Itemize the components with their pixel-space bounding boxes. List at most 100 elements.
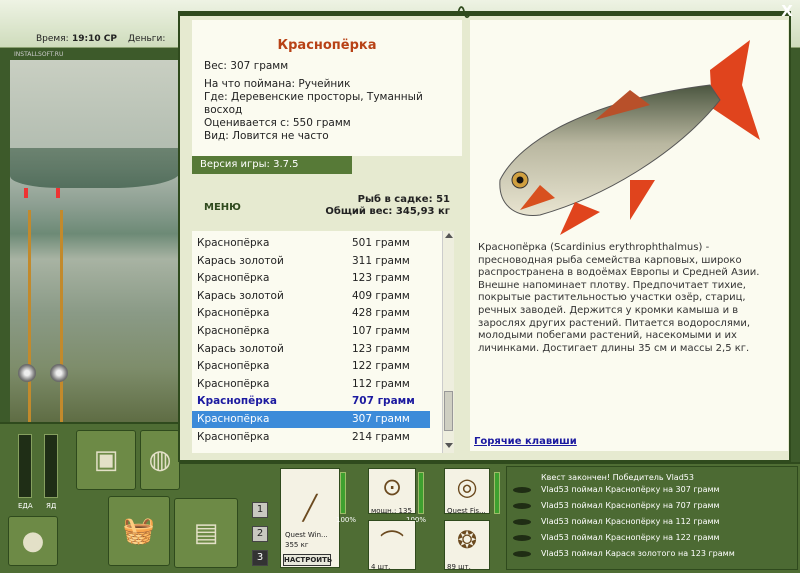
catch-fish-weight: 311 грамм <box>352 254 410 267</box>
fishing-rod-right[interactable] <box>60 210 63 422</box>
fish-icon <box>513 518 531 525</box>
line-slot[interactable]: ◎ Quest Fis... <box>444 468 490 515</box>
catch-list-item[interactable]: Карась золотой 123 грамм <box>192 341 430 358</box>
reel-icon: ⊙ <box>381 472 403 501</box>
reel-durability-bar <box>418 472 424 514</box>
catch-fish-name: Карась золотой <box>197 254 284 267</box>
fish-description-panel: Краснопёрка (Scardinius erythrophthalmus… <box>470 20 788 451</box>
net-icon: ◍ <box>148 445 172 475</box>
time-label: Время: <box>36 34 69 44</box>
fish-kind: Вид: Ловится не часто <box>204 130 329 142</box>
net-slot[interactable]: ◍ <box>140 430 180 490</box>
fish-icon <box>513 486 531 493</box>
fish-description: Краснопёрка (Scardinius erythrophthalmus… <box>478 242 760 354</box>
watermark: INSTALLSOFT.RU <box>14 51 64 58</box>
catch-fish-name: Краснопёрка <box>197 360 270 373</box>
catch-list-item[interactable]: Краснопёрка 123 грамм <box>192 270 430 287</box>
bucket-slot[interactable]: ▤ <box>174 498 238 568</box>
catch-list-item[interactable]: Краснопёрка 107 грамм <box>192 323 430 340</box>
caught-on: На что поймана: Ручейник <box>204 78 351 90</box>
scroll-down-icon[interactable] <box>445 443 453 448</box>
catch-list-item[interactable]: Краснопёрка 112 грамм <box>192 376 430 393</box>
catch-list-item[interactable]: Краснопёрка 707 грамм <box>192 393 430 410</box>
basket-slot[interactable]: 🧺 <box>108 496 170 566</box>
catch-fish-weight: 428 грамм <box>352 307 410 320</box>
scroll-up-icon[interactable] <box>445 233 453 238</box>
page-2-button[interactable]: 2 <box>252 526 268 542</box>
rudd-fish-image <box>499 40 760 235</box>
catch-list-item[interactable]: Краснопёрка 214 грамм <box>192 429 430 446</box>
catch-list-item[interactable]: Краснопёрка 501 грамм <box>192 235 430 252</box>
where-line-1: Где: Деревенские просторы, Туманный <box>204 91 423 103</box>
hook-slot[interactable]: ⌒ 4 шт. <box>368 520 416 571</box>
fish-icon <box>513 550 531 557</box>
catch-fish-name: Краснопёрка <box>197 237 270 249</box>
food-label: ЕДА <box>18 502 33 510</box>
pot-slot[interactable]: ● <box>8 516 58 566</box>
catch-list-item[interactable]: Краснопёрка 428 грамм <box>192 305 430 322</box>
close-icon: X <box>781 2 793 20</box>
page-1-button[interactable]: 1 <box>252 502 268 518</box>
reel-slot[interactable]: ⊙ мощн.: 135 <box>368 468 416 515</box>
close-button[interactable]: X <box>778 2 796 20</box>
catch-fish-name: Краснопёрка <box>197 325 270 337</box>
catch-fish-name: Краснопёрка <box>197 307 270 320</box>
bait-count: 89 шт. <box>447 563 471 571</box>
catch-list-item[interactable]: Карась золотой 311 грамм <box>192 253 430 270</box>
hook-count: 4 шт. <box>371 563 391 571</box>
catch-fish-name: Краснопёрка <box>197 395 277 408</box>
float-right-icon <box>56 188 60 198</box>
valued-from: Оценивается с: 550 грамм <box>204 117 351 129</box>
fish-in-net: Рыб в садке: 51 <box>357 194 450 205</box>
log-row: Vlad53 поймал Краснопёрку на 122 грамм <box>513 533 720 545</box>
reel-left-icon <box>18 364 36 382</box>
fish-icon <box>513 534 531 541</box>
float-left-icon <box>24 188 28 198</box>
setup-button[interactable]: НАСТРОИТЬ <box>283 554 332 566</box>
fish-weight: Вес: 307 грамм <box>204 60 289 72</box>
hotkeys-link[interactable]: Горячие клавиши <box>474 436 577 447</box>
menu-button[interactable]: МЕНЮ <box>204 202 241 213</box>
rod-name: Quest Win... <box>285 531 328 539</box>
hook-icon: ⌒ <box>380 528 404 557</box>
bag-icon: ▣ <box>93 445 119 475</box>
line-name: Quest Fis... <box>447 507 486 515</box>
time-value: 19:10 СР <box>72 34 117 44</box>
bait-slot[interactable]: ❂ 89 шт. <box>444 520 490 571</box>
rod-slot[interactable]: ╱ Quest Win... 355 кг <box>280 468 340 568</box>
poison-label: ЯД <box>46 502 57 510</box>
game-version: Версия игры: 3.7.5 <box>192 156 352 174</box>
catch-fish-name: Краснопёрка <box>197 272 270 285</box>
quest-message: Квест закончен! Победитель Vlad53 <box>541 473 694 482</box>
catch-fish-weight: 107 грамм <box>352 325 410 337</box>
rod-percent: 100% <box>336 516 357 524</box>
catch-fish-weight: 112 грамм <box>352 377 410 390</box>
bag-slot[interactable]: ▣ <box>76 430 136 490</box>
event-log: Квест закончен! Победитель Vlad53 Vlad53… <box>506 466 798 570</box>
catch-list[interactable]: Краснопёрка 501 грамм Карась золотой 311 гр… <box>192 231 454 453</box>
catch-fish-name: Карась золотой <box>197 289 284 302</box>
page-3-button[interactable]: 3 <box>252 550 268 566</box>
rod-weight: 355 кг <box>285 541 309 549</box>
catch-list-item[interactable]: Краснопёрка 307 грамм <box>192 411 430 428</box>
basket-icon: 🧺 <box>122 516 156 546</box>
log-row: Vlad53 поймал Краснопёрку на 307 грамм <box>513 485 720 497</box>
rod-durability-bar <box>340 472 346 514</box>
catch-list-item[interactable]: Краснопёрка 122 грамм <box>192 358 430 375</box>
total-weight: Общий вес: 345,93 кг <box>325 206 450 217</box>
money-label: Деньги: <box>128 34 166 44</box>
bait-icon: ❂ <box>456 526 478 555</box>
pot-icon: ● <box>21 526 45 556</box>
catch-list-item[interactable]: Карась золотой 409 грамм <box>192 288 430 305</box>
catch-fish-weight: 122 грамм <box>352 360 410 373</box>
scroll-thumb[interactable] <box>444 391 453 431</box>
poison-meter <box>44 434 58 498</box>
catch-list-scrollbar[interactable] <box>442 231 454 453</box>
reel-power: мощн.: 135 <box>371 507 412 515</box>
where-line-2: восход <box>204 104 243 116</box>
catch-fish-name: Карась золотой <box>197 342 284 355</box>
catch-fish-weight: 123 грамм <box>352 272 410 285</box>
fishing-rod-left[interactable] <box>28 210 31 422</box>
bucket-icon: ▤ <box>193 518 219 548</box>
tree-line <box>10 148 180 188</box>
